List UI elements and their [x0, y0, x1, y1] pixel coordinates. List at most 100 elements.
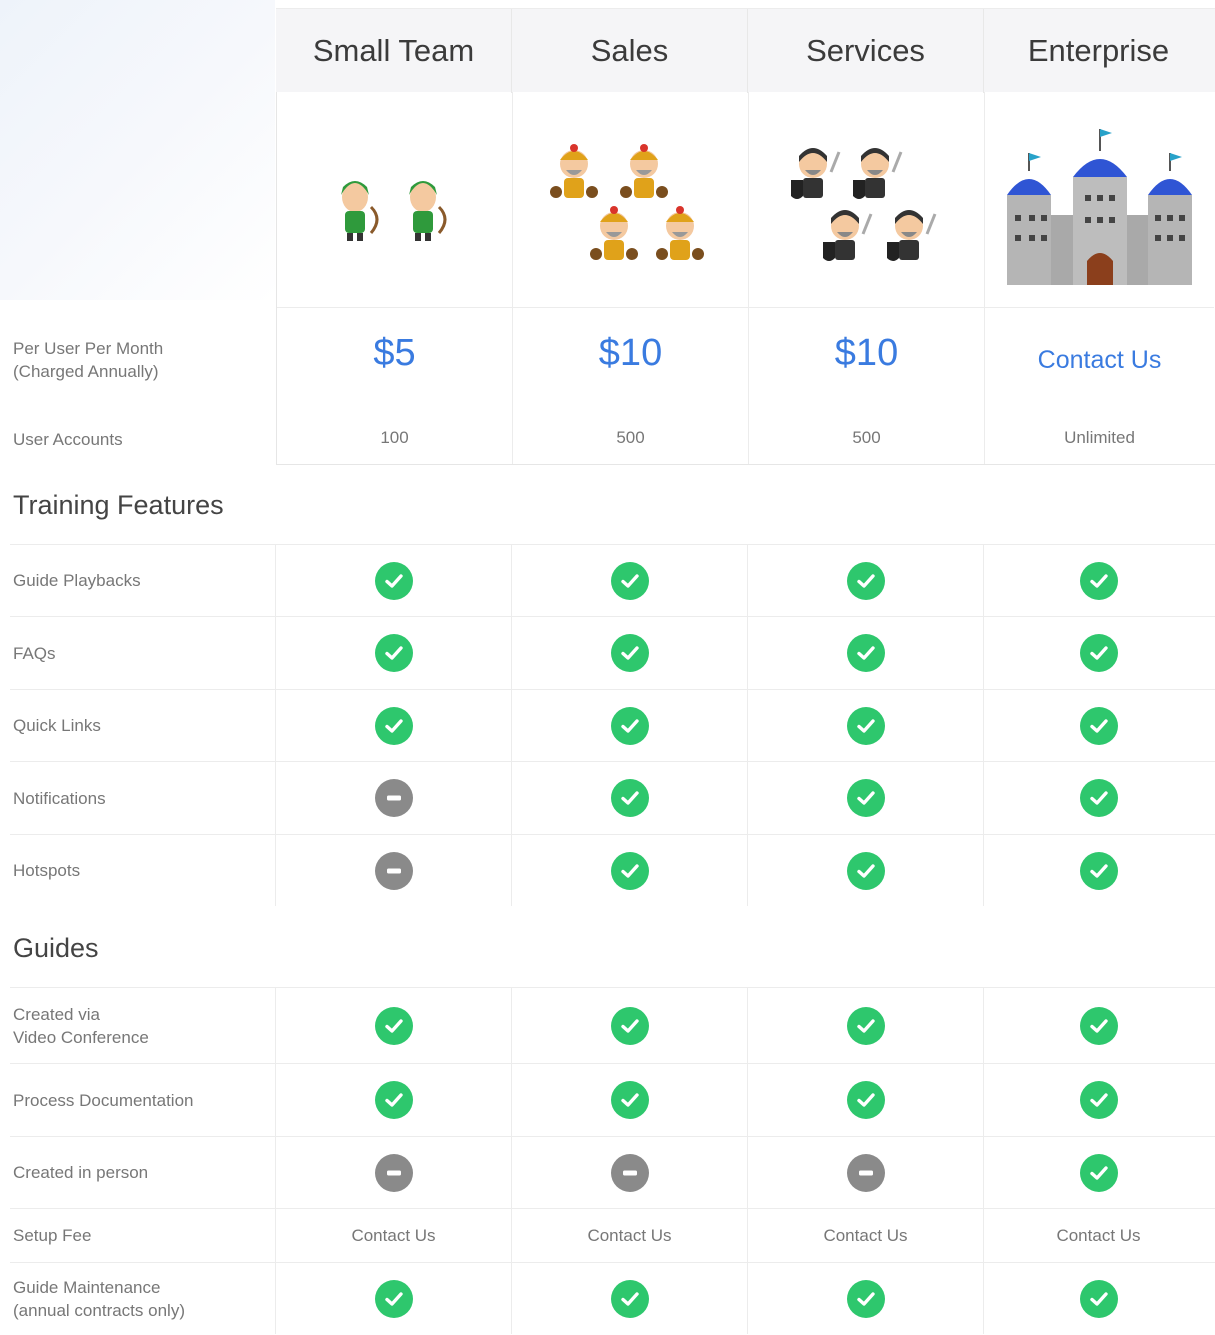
plan-summary: $5 100 $10 500 $10 500 Contact Us Unlimi…	[276, 92, 1215, 465]
table-cell	[748, 617, 984, 689]
check-circle-icon	[1079, 851, 1118, 890]
check-circle-icon	[846, 1081, 885, 1119]
price-row-label: Per User Per Month (Charged Annually)	[13, 339, 164, 381]
check-circle-icon	[846, 706, 885, 745]
check-circle-icon	[374, 1006, 413, 1045]
table-cell	[748, 545, 984, 616]
table-row: Created in person	[10, 1136, 1215, 1208]
check-circle-icon	[374, 706, 413, 745]
table-row: Notifications	[10, 761, 1215, 834]
table-cell	[276, 690, 512, 761]
cell-text: Contact Us	[1056, 1225, 1141, 1245]
row-label: Process Documentation	[10, 1064, 276, 1136]
table-cell	[984, 1064, 1213, 1136]
table-cell	[276, 1137, 512, 1208]
plan-header-row: Small Team Sales Services Enterprise	[276, 8, 1215, 93]
check-circle-icon	[610, 1081, 649, 1119]
plan-column-small-team: $5 100	[277, 92, 513, 464]
accounts-enterprise: Unlimited	[1064, 428, 1135, 447]
castle-illustration	[985, 112, 1214, 302]
check-circle-icon	[610, 634, 649, 672]
table-cell	[748, 1263, 984, 1334]
check-circle-icon	[846, 851, 885, 890]
table-cell	[984, 1137, 1213, 1208]
table-cell	[512, 835, 748, 906]
table-row: Setup Fee Contact Us Contact Us Contact Us C…	[10, 1208, 1215, 1262]
knight-illustration	[749, 112, 984, 302]
archer-illustration	[277, 112, 512, 302]
check-circle-icon	[1079, 1081, 1118, 1119]
table-cell: Contact Us	[276, 1209, 512, 1262]
price-services: $10	[834, 332, 899, 374]
table-cell: Contact Us	[512, 1209, 748, 1262]
accounts-services: 500	[852, 428, 881, 447]
table-cell	[984, 617, 1213, 689]
price-sales: $10	[598, 332, 663, 374]
check-circle-icon	[610, 779, 649, 817]
table-cell	[748, 690, 984, 761]
check-circle-icon	[1079, 706, 1118, 745]
table-cell	[748, 835, 984, 906]
check-circle-icon	[610, 1006, 649, 1045]
minus-circle-icon	[846, 1153, 885, 1192]
table-cell: Contact Us	[748, 1209, 984, 1262]
check-circle-icon	[610, 706, 649, 745]
table-cell	[984, 1263, 1213, 1334]
check-circle-icon	[610, 851, 649, 890]
price-enterprise-contact-link[interactable]: Contact Us	[985, 346, 1214, 375]
cell-text: Contact Us	[823, 1225, 908, 1245]
table-cell	[512, 762, 748, 834]
row-label: Notifications	[10, 762, 276, 834]
row-label: Setup Fee	[10, 1209, 276, 1262]
check-circle-icon	[374, 634, 413, 672]
plan-column-sales: $10 500	[513, 92, 749, 464]
row-label: Quick Links	[10, 690, 276, 761]
check-circle-icon	[1079, 1153, 1118, 1192]
table-cell	[276, 1064, 512, 1136]
table-cell	[748, 988, 984, 1063]
section-title-guides: Guides	[13, 933, 99, 963]
check-circle-icon	[1079, 561, 1118, 600]
table-cell	[512, 1137, 748, 1208]
plan-column-services: $10 500	[749, 92, 985, 464]
merchant-illustration	[513, 112, 748, 302]
plan-name-enterprise: Enterprise	[1027, 33, 1170, 68]
table-cell	[276, 617, 512, 689]
table-cell	[984, 988, 1213, 1063]
plan-name-sales: Sales	[512, 9, 748, 93]
minus-circle-icon	[374, 851, 413, 890]
table-cell	[748, 1137, 984, 1208]
plan-name-small-team: Small Team	[276, 9, 512, 93]
table-cell: Contact Us	[984, 1209, 1213, 1262]
table-cell	[748, 1064, 984, 1136]
table-cell	[512, 545, 748, 616]
row-label: Created via Video Conference	[10, 988, 276, 1063]
check-circle-icon	[610, 561, 649, 600]
row-label: Guide Playbacks	[10, 545, 276, 616]
row-label: Hotspots	[10, 835, 276, 906]
table-row: FAQs	[10, 616, 1215, 689]
table-row: Quick Links	[10, 689, 1215, 761]
table-cell	[512, 988, 748, 1063]
table-row: Process Documentation	[10, 1063, 1215, 1136]
check-circle-icon	[610, 1279, 649, 1318]
accounts-row-label: User Accounts	[13, 430, 123, 449]
accounts-small-team: 100	[380, 428, 409, 447]
cell-text: Contact Us	[587, 1225, 672, 1245]
left-background	[0, 0, 275, 300]
check-circle-icon	[846, 634, 885, 672]
check-circle-icon	[1079, 1279, 1118, 1318]
table-cell	[512, 1064, 748, 1136]
table-cell	[984, 545, 1213, 616]
table-cell	[512, 690, 748, 761]
minus-circle-icon	[610, 1153, 649, 1192]
table-row: Hotspots	[10, 834, 1215, 906]
check-circle-icon	[846, 1279, 885, 1318]
section-title-training: Training Features	[13, 490, 224, 520]
check-circle-icon	[846, 1006, 885, 1045]
table-row: Guide Playbacks	[10, 544, 1215, 616]
table-cell	[276, 1263, 512, 1334]
minus-circle-icon	[374, 779, 413, 817]
check-circle-icon	[1079, 634, 1118, 672]
check-circle-icon	[374, 1279, 413, 1318]
